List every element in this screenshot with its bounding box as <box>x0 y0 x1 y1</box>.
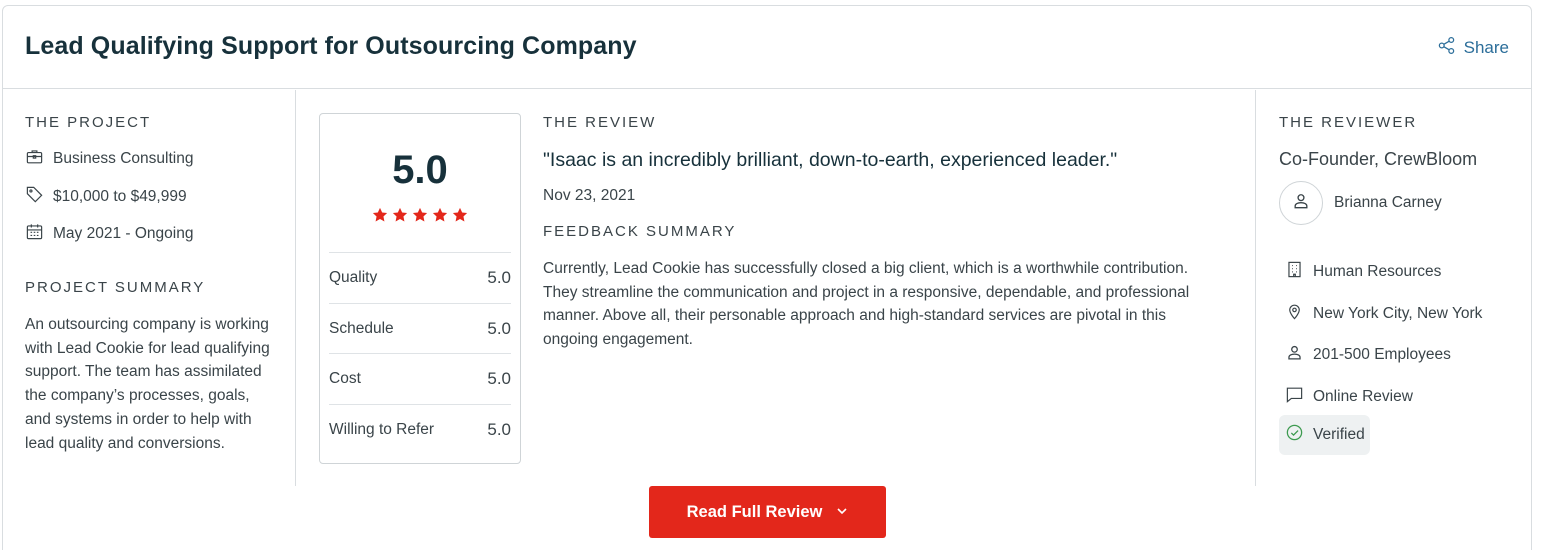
share-icon <box>1437 36 1456 60</box>
project-section-label: THE PROJECT <box>25 114 152 131</box>
reviewer-location: New York City, New York <box>1285 302 1482 326</box>
rating-row-schedule: Schedule 5.0 <box>329 303 511 353</box>
project-category: Business Consulting <box>25 147 193 171</box>
rating-box: 5.0 Quality 5.0 Schedule 5.0 Cost 5.0 Wi… <box>319 113 521 464</box>
reviewer-review-type: Online Review <box>1285 385 1413 409</box>
project-timeline: May 2021 - Ongoing <box>25 222 193 246</box>
read-full-review-button[interactable]: Read Full Review <box>649 486 886 538</box>
reviewer-name: Brianna Carney <box>1334 194 1442 211</box>
star-icon <box>411 206 429 229</box>
star-icon <box>391 206 409 229</box>
chat-bubble-icon <box>1285 385 1304 409</box>
location-pin-icon <box>1285 302 1304 326</box>
star-icon <box>451 206 469 229</box>
share-label: Share <box>1463 38 1509 57</box>
rating-row-value: 5.0 <box>487 368 511 388</box>
column-divider <box>295 90 296 486</box>
rating-row-willing-to-refer: Willing to Refer 5.0 <box>329 404 511 454</box>
review-date: Nov 23, 2021 <box>543 187 636 204</box>
rating-row-value: 5.0 <box>487 419 511 439</box>
star-icon <box>431 206 449 229</box>
project-timeline-text: May 2021 - Ongoing <box>53 225 194 242</box>
overall-rating: 5.0 <box>392 148 448 192</box>
reviewer-person: Brianna Carney <box>1279 181 1442 225</box>
feedback-summary-text: Currently, Lead Cookie has successfully … <box>543 260 1190 348</box>
project-budget: $10,000 to $49,999 <box>25 185 187 209</box>
project-summary-label: PROJECT SUMMARY <box>25 279 206 296</box>
review-section-label: THE REVIEW <box>543 114 657 131</box>
review-title: Lead Qualifying Support for Outsourcing … <box>25 32 637 60</box>
review-quote: "Isaac is an incredibly brilliant, down-… <box>543 149 1118 171</box>
star-icon <box>371 206 389 229</box>
avatar <box>1279 181 1323 225</box>
verified-badge: Verified <box>1279 415 1370 455</box>
reviewer-company-size: 201-500 Employees <box>1285 343 1451 367</box>
reviewer-company-size-text: 201-500 Employees <box>1313 346 1451 363</box>
building-icon <box>1285 260 1304 284</box>
rating-row-value: 5.0 <box>487 318 511 338</box>
star-rating <box>320 206 520 229</box>
rating-row-label: Willing to Refer <box>329 420 435 438</box>
project-budget-text: $10,000 to $49,999 <box>53 188 187 205</box>
rating-row-value: 5.0 <box>487 267 511 287</box>
calendar-icon <box>25 222 44 246</box>
reviewer-role: Co-Founder, CrewBloom <box>1279 149 1478 169</box>
rating-row-label: Cost <box>329 369 361 387</box>
reviewer-industry-text: Human Resources <box>1313 263 1442 280</box>
reviewer-location-text: New York City, New York <box>1313 305 1483 322</box>
share-button[interactable]: Share <box>1437 36 1509 60</box>
project-category-text: Business Consulting <box>53 150 194 167</box>
read-full-review-label: Read Full Review <box>686 502 823 521</box>
rating-row-label: Schedule <box>329 319 394 337</box>
rating-row-label: Quality <box>329 268 378 286</box>
feedback-summary-label: FEEDBACK SUMMARY <box>543 223 737 240</box>
reviewer-section-label: THE REVIEWER <box>1279 114 1418 131</box>
reviewer-review-type-text: Online Review <box>1313 388 1413 405</box>
user-icon <box>1285 343 1304 367</box>
rating-row-cost: Cost 5.0 <box>329 353 511 403</box>
review-card: Lead Qualifying Support for Outsourcing … <box>2 5 1532 550</box>
column-divider <box>1255 90 1256 486</box>
check-circle-icon <box>1285 423 1304 447</box>
project-summary-text: An outsourcing company is working with L… <box>25 316 270 452</box>
price-tag-icon <box>25 185 44 209</box>
review-header: Lead Qualifying Support for Outsourcing … <box>3 6 1531 89</box>
verified-label: Verified <box>1313 426 1365 443</box>
rating-row-quality: Quality 5.0 <box>329 252 511 302</box>
reviewer-industry: Human Resources <box>1285 260 1441 284</box>
briefcase-icon <box>25 147 44 171</box>
chevron-down-icon <box>836 503 848 522</box>
user-icon <box>1291 191 1311 216</box>
